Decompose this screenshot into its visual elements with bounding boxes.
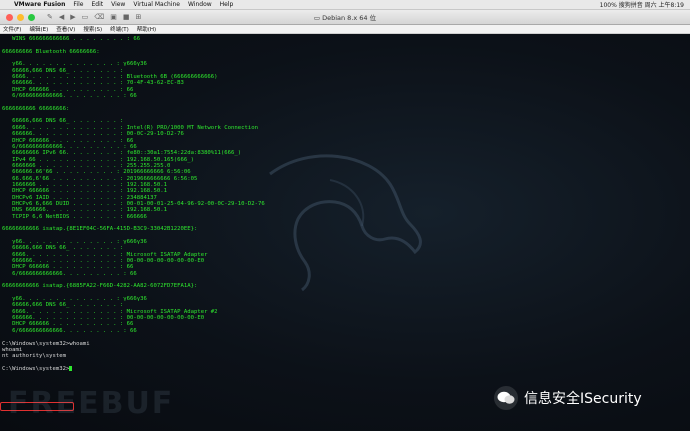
mac-menubar: VMware Fusion File Edit View Virtual Mac… [0,0,690,10]
vm-toolbar: ✎ ◀ ▶ ▭ ⌫ ▣ ■ ⊞ [47,13,141,21]
menu-help[interactable]: Help [220,1,234,8]
vm-window-titlebar: ✎ ◀ ▶ ▭ ⌫ ▣ ■ ⊞ ▭ Debian 8.x 64 位 [0,10,690,25]
console-line: 66666666 IPv6 66. . . . . . . . : fe80::… [2,150,242,157]
console-output: WINS 666666666666 . . . . . . . . : 66 6… [2,36,265,372]
console-menu-search[interactable]: 搜索(S) [83,25,102,33]
terminal-console[interactable]: WINS 666666666666 . . . . . . . . : 66 6… [0,34,690,431]
zoom-button[interactable] [28,13,35,21]
grid-icon[interactable]: ⊞ [135,13,141,21]
app-menu[interactable]: VMware Fusion [14,1,65,8]
back-icon[interactable]: ◀ [59,13,64,21]
window-title-text: Debian 8.x 64 位 [322,14,377,22]
cursor [69,365,73,371]
menu-file[interactable]: File [73,1,83,8]
edit-icon[interactable]: ⌫ [94,13,104,21]
menu-view[interactable]: View [111,1,125,8]
console-menu-terminal[interactable]: 终端(T) [110,25,129,33]
console-menu-view[interactable]: 查看(V) [56,25,75,33]
menu-edit[interactable]: Edit [91,1,103,8]
menu-window[interactable]: Window [188,1,212,8]
close-button[interactable] [6,13,13,21]
console-menubar: 文件(F) 编辑(E) 查看(V) 搜索(S) 终端(T) 帮助(H) [0,25,690,34]
window-controls [0,13,35,21]
freebuf-watermark: FREEBUF [8,386,175,421]
wechat-icon [494,386,518,410]
minimize-button[interactable] [17,13,24,21]
menu-virtual-machine[interactable]: Virtual Machine [133,1,180,8]
forward-icon[interactable]: ▶ [70,13,75,21]
console-line: C:\Windows\system32> [2,365,265,372]
console-menu-edit[interactable]: 编辑(E) [29,25,48,33]
status-text: 100% 搜狗拼音 周六 上午8:19 [599,2,684,9]
wechat-watermark: 信息安全ISecurity [494,386,642,410]
stop-icon[interactable]: ■ [123,13,130,21]
print-icon[interactable]: ▭ [82,13,89,21]
watermark-text: 信息安全ISecurity [524,391,642,407]
settings-icon[interactable]: ✎ [47,13,53,21]
window-icon[interactable]: ▣ [110,13,117,21]
console-menu-help[interactable]: 帮助(H) [137,25,156,33]
console-menu-file[interactable]: 文件(F) [3,25,21,33]
kali-dragon-logo [269,154,422,292]
status-area: 100% 搜狗拼音 周六 上午8:19 [600,0,690,9]
vm-monitor-icon: ▭ [313,14,323,22]
